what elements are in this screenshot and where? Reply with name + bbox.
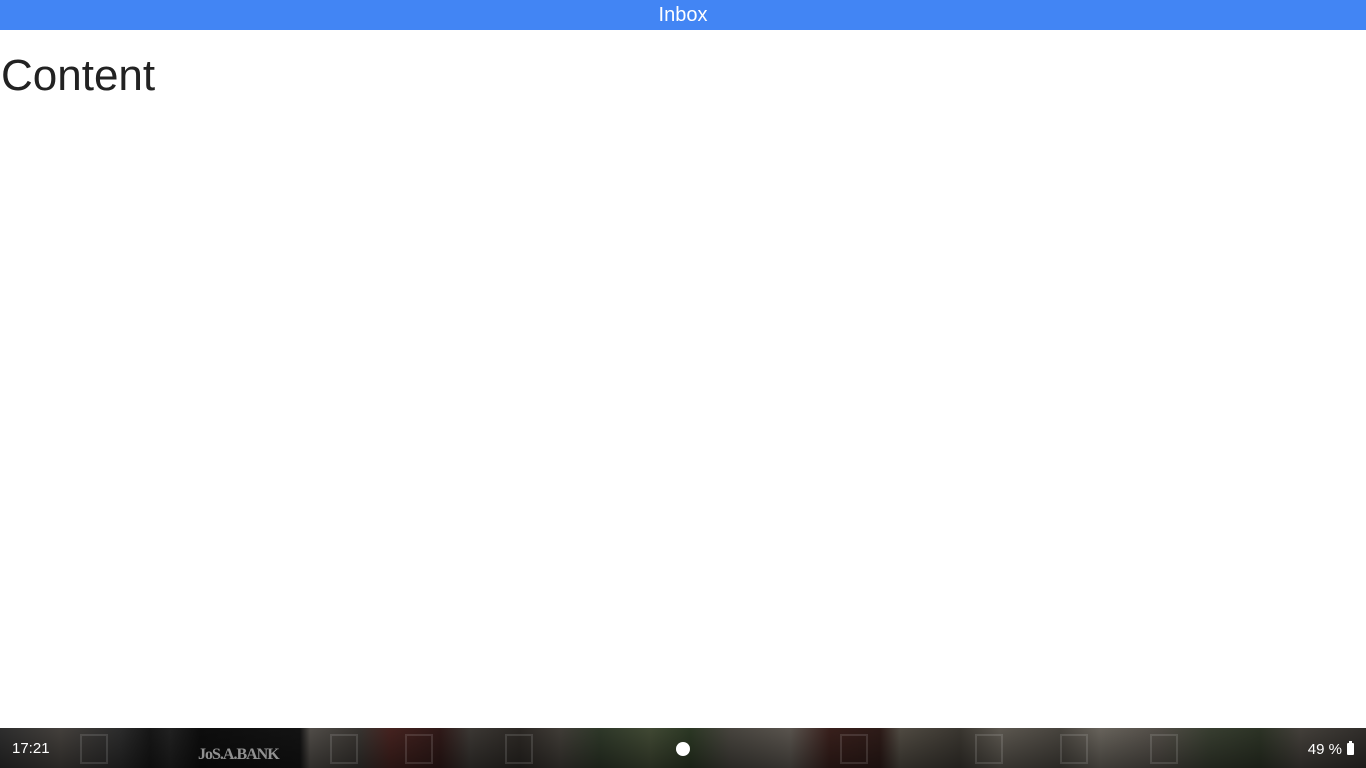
content-heading: Content: [1, 51, 156, 100]
battery-percent: 49 %: [1307, 740, 1342, 758]
wallpaper-window-decoration: [330, 734, 358, 764]
window-title-bar[interactable]: Inbox: [0, 0, 1366, 30]
window-title: Inbox: [658, 4, 708, 26]
battery-icon: [1347, 741, 1354, 755]
wallpaper-window-decoration: [80, 734, 108, 764]
wallpaper-window-decoration: [1060, 734, 1088, 764]
wallpaper-window-decoration: [975, 734, 1003, 764]
launcher-circle-icon[interactable]: [676, 742, 690, 756]
wallpaper-window-decoration: [1150, 734, 1178, 764]
main-content-area: Content: [0, 30, 1366, 728]
wallpaper-window-decoration: [505, 734, 533, 764]
wallpaper-window-decoration: [840, 734, 868, 764]
system-shelf: JoS.A.BANK 17:21 49 %: [0, 728, 1366, 768]
status-tray[interactable]: 49 %: [1308, 728, 1354, 768]
wallpaper-shop-sign: JoS.A.BANK: [198, 746, 280, 763]
wallpaper-window-decoration: [405, 734, 433, 764]
clock-time[interactable]: 17:21: [12, 728, 50, 768]
